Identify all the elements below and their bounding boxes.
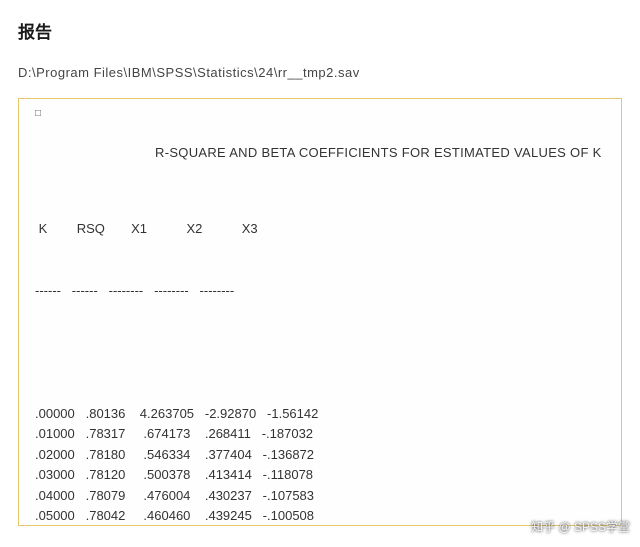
file-path: D:\Program Files\IBM\SPSS\Statistics\24\…: [18, 65, 622, 80]
report-heading: R-SQUARE AND BETA COEFFICIENTS FOR ESTIM…: [35, 145, 609, 160]
page-root: 报告 D:\Program Files\IBM\SPSS\Statistics\…: [0, 0, 640, 526]
col-rsq: RSQ: [77, 219, 117, 240]
column-headers: K RSQ X1 X2 X3: [35, 219, 609, 240]
rows-container: .00000 .80136 4.263705 -2.92870 -1.56142…: [35, 404, 609, 527]
dash-line: ------ ------ -------- -------- --------: [35, 281, 609, 302]
table-row: .04000 .78079 .476004 .430237 -.107583: [35, 486, 609, 507]
output-box: □ R-SQUARE AND BETA COEFFICIENTS FOR EST…: [18, 98, 622, 526]
col-x1: X1: [131, 219, 161, 240]
col-x2: X2: [186, 219, 216, 240]
table-row: .00000 .80136 4.263705 -2.92870 -1.56142: [35, 404, 609, 425]
blank-line: [35, 342, 609, 363]
table-row: .03000 .78120 .500378 .413414 -.118078: [35, 465, 609, 486]
data-table: K RSQ X1 X2 X3 ------ ------ -------- --…: [35, 178, 609, 526]
table-row: .01000 .78317 .674173 .268411 -.187032: [35, 424, 609, 445]
page-title: 报告: [18, 18, 622, 43]
table-row: .05000 .78042 .460460 .439245 -.100508: [35, 506, 609, 526]
box-marker: □: [35, 109, 609, 119]
col-k: K: [39, 219, 59, 240]
table-row: .02000 .78180 .546334 .377404 -.136872: [35, 445, 609, 466]
col-x3: X3: [242, 219, 272, 240]
